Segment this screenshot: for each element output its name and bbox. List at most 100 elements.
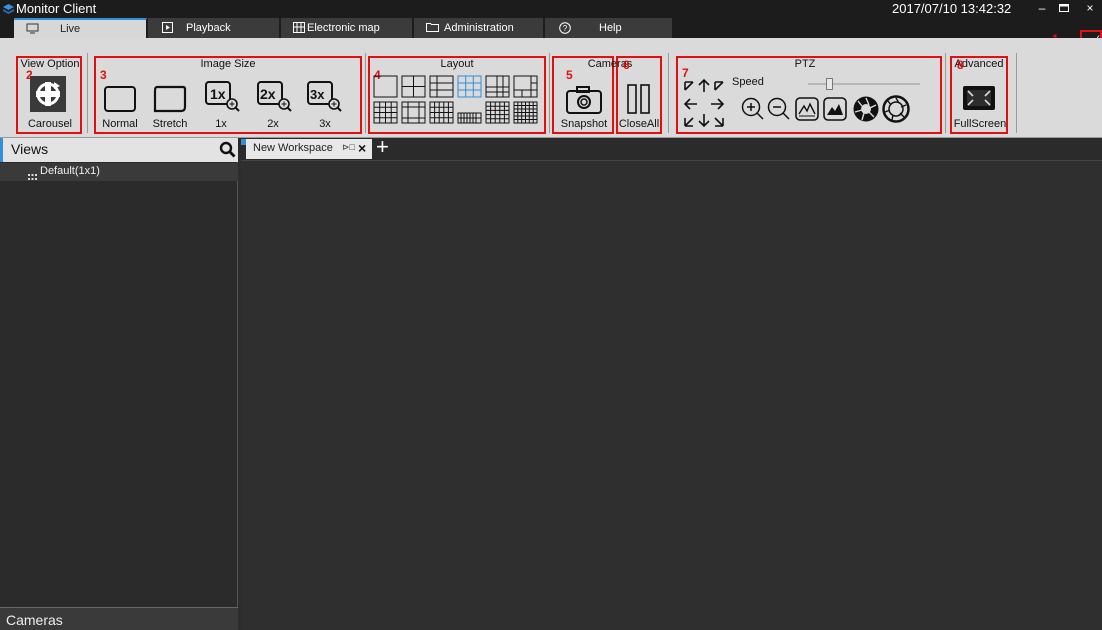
tab-help-label: Help: [599, 22, 622, 34]
layout-5x5-icon: [485, 101, 510, 124]
svg-text:2x: 2x: [260, 86, 276, 102]
minimize-button[interactable]: –: [1032, 0, 1052, 16]
camera-icon: [566, 86, 602, 114]
datetime-display: 2017/07/10 13:42:32: [892, 1, 1012, 16]
layout-dense-a-icon: [457, 112, 482, 124]
layout-6x6-icon: [513, 101, 538, 124]
maximize-button[interactable]: [1054, 0, 1074, 16]
add-workspace-button[interactable]: +: [376, 134, 389, 160]
fullscreen-icon: [963, 86, 995, 110]
layout-4x5-icon: [429, 101, 454, 124]
pin-icon[interactable]: ⊳□: [342, 142, 355, 153]
zoom-in-button[interactable]: [740, 96, 764, 122]
zoom-out-icon: [767, 97, 790, 120]
layout-1plus7-icon: [485, 75, 510, 98]
layout-1plus12-icon: [401, 101, 426, 124]
zoom-2x-label: 2x: [267, 118, 279, 130]
iris-open-icon: [853, 96, 879, 122]
tab-electronic-map[interactable]: Electronic map: [281, 18, 413, 38]
carousel-button[interactable]: [30, 76, 66, 112]
views-header[interactable]: Views: [0, 138, 238, 162]
zoom-3x-button[interactable]: 3x: [306, 80, 344, 114]
layout-2x2-button[interactable]: [401, 75, 426, 98]
tab-new-workspace[interactable]: New Workspace ⊳□ ×: [246, 139, 372, 159]
zoom-1x-button[interactable]: 1x: [204, 80, 242, 114]
stretch-size-button[interactable]: [152, 83, 188, 115]
carousel-label: Carousel: [27, 118, 73, 130]
ptz-direction-pad[interactable]: [681, 76, 727, 130]
app-title: Monitor Client: [16, 1, 97, 16]
list-item[interactable]: Default(1x1): [0, 163, 238, 181]
zoom-2x-button[interactable]: 2x: [256, 80, 294, 114]
close-all-label: CloseAll: [618, 118, 660, 130]
annotation-8: 8: [957, 58, 964, 72]
layout-1plus7b-button[interactable]: [513, 75, 538, 98]
video-workspace-area[interactable]: [241, 160, 1102, 630]
help-icon: ?: [559, 22, 573, 34]
normal-label: Normal: [102, 118, 138, 130]
speed-label: Speed: [732, 76, 764, 88]
focus-far-button[interactable]: [822, 96, 848, 122]
views-title: Views: [11, 141, 49, 157]
layout-1plus5-button[interactable]: [429, 75, 454, 98]
snapshot-button[interactable]: [564, 83, 604, 115]
iris-close-button[interactable]: [882, 95, 910, 123]
view-item-label: Default(1x1): [40, 165, 100, 177]
zoom-out-button[interactable]: [766, 96, 790, 122]
focus-near-button[interactable]: [794, 96, 820, 122]
annotation-6: 6: [623, 58, 630, 72]
layout-2x2-icon: [401, 75, 426, 98]
title-bar: Monitor Client 2017/07/10 13:42:32 – ×: [0, 0, 1102, 16]
focus-near-icon: [795, 97, 819, 121]
tab-playback-label: Playback: [186, 22, 231, 34]
annotation-5: 5: [566, 68, 573, 82]
tab-help[interactable]: ? Help: [545, 18, 673, 38]
layout-title: Layout: [440, 58, 474, 70]
workspace-tab-close-icon[interactable]: ×: [358, 140, 366, 156]
svg-text:3x: 3x: [310, 87, 325, 102]
tab-administration-label: Administration: [444, 22, 514, 34]
annotation-3: 3: [100, 68, 107, 82]
folder-icon: [426, 22, 440, 34]
workspace-tab-label: New Workspace: [253, 142, 333, 154]
carousel-icon: [36, 82, 60, 106]
normal-size-button[interactable]: [103, 83, 137, 115]
fullscreen-label: FullScreen: [953, 118, 1007, 130]
iris-open-button[interactable]: [852, 95, 880, 123]
search-icon[interactable]: [219, 141, 236, 163]
layout-5x5-button[interactable]: [485, 101, 510, 124]
layout-4x5-button[interactable]: [429, 101, 454, 124]
normal-size-icon: [104, 86, 136, 112]
fullscreen-button[interactable]: [961, 84, 997, 112]
focus-far-icon: [823, 97, 847, 121]
close-button[interactable]: ×: [1080, 0, 1100, 16]
layout-1plus12-button[interactable]: [401, 101, 426, 124]
speed-slider[interactable]: [808, 78, 920, 90]
layout-4x4-button[interactable]: [373, 101, 398, 124]
tab-live-label: Live: [60, 23, 81, 35]
layout-1plus5-icon: [429, 75, 454, 98]
monitor-icon: [26, 23, 40, 35]
zoom-1x-label: 1x: [215, 118, 227, 130]
cameras-panel-header[interactable]: Cameras: [0, 607, 238, 630]
zoom-2x-icon: 2x: [257, 81, 292, 112]
ptz-arrows-icon: [683, 78, 725, 128]
layout-1x1-button[interactable]: [373, 75, 398, 98]
stretch-icon: [153, 85, 187, 113]
close-all-button[interactable]: [624, 82, 654, 116]
close-all-icon: [627, 84, 650, 114]
map-icon: [293, 22, 307, 34]
zoom-3x-label: 3x: [319, 118, 331, 130]
zoom-in-icon: [741, 97, 764, 120]
layout-dense-a-button[interactable]: [457, 101, 482, 124]
tab-live[interactable]: Live: [14, 18, 147, 38]
snapshot-label: Snapshot: [560, 118, 608, 130]
svg-text:1x: 1x: [210, 86, 226, 102]
layout-6x6-button[interactable]: [513, 101, 538, 124]
tab-playback[interactable]: Playback: [148, 18, 280, 38]
speed-slider-thumb[interactable]: [826, 78, 833, 90]
layout-1x1-icon: [373, 75, 398, 98]
layout-3x3-button[interactable]: [457, 75, 482, 98]
tab-administration[interactable]: Administration: [414, 18, 544, 38]
layout-1plus7-button[interactable]: [485, 75, 510, 98]
